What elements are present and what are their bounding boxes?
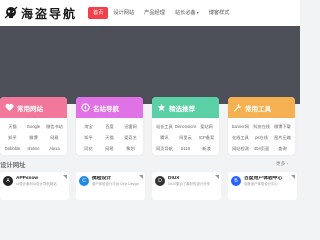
link-item[interactable]: 网页导航 — [154, 143, 175, 154]
link-item[interactable]: 查询 — [272, 143, 293, 154]
link-item[interactable]: 5118 — [175, 143, 196, 154]
category-card-common-tools: 常用工具 banner网 科技在线 微博下载 在线工具 ps在线 图片压缩 网站… — [228, 97, 295, 155]
wrench-icon — [232, 103, 242, 113]
site-desc: Ui设计素材UI设计导航网站 — [16, 182, 57, 186]
star-icon — [156, 103, 166, 113]
link-item[interactable]: 百度 — [99, 121, 120, 132]
site-desc: 百度用户体验设计中心 — [244, 182, 278, 186]
site-logo-icon: C — [79, 176, 89, 186]
category-cards: 常用网站 天猫 Google 微信书站 知乎 微博 网易 Dribbble ti… — [0, 97, 300, 157]
nav-item-home[interactable]: 首页 — [88, 7, 109, 19]
site-logo-icon: A — [3, 176, 13, 186]
link-item[interactable]: 404页面 — [251, 143, 272, 154]
page: 海盗导航 首页 设计网站 产品经理 站长必备▾ 博客样式 常用网站 天猫 Goo… — [0, 0, 300, 200]
card-header: 精选推荐 — [152, 97, 219, 118]
link-item[interactable]: Dimensions — [175, 121, 196, 132]
link-item[interactable]: 新浪 — [196, 143, 217, 154]
heart-icon — [4, 103, 14, 113]
site-card-baidu-ux[interactable]: B 百度用户体验中心 百度用户体验设计中心 — [228, 172, 297, 200]
site-text: 携程设计 用户体验设计平台 Ctrip Design — [92, 176, 139, 187]
link-item[interactable]: Dribbble — [2, 143, 23, 154]
chevron-down-icon: ▾ — [196, 10, 199, 15]
link-item[interactable]: 淘宝 — [78, 121, 99, 132]
link-item[interactable]: 阿里云 — [175, 132, 196, 143]
link-item[interactable]: Alexa — [44, 143, 65, 154]
link-item[interactable]: 在线工具 — [230, 132, 251, 143]
link-item[interactable]: 爱站网 — [196, 121, 217, 132]
site-card-appsnow[interactable]: A APPsnow Ui设计素材UI设计导航网站 — [0, 172, 69, 200]
card-header: 常用网站 — [0, 97, 67, 118]
link-item[interactable]: 天猫 — [99, 132, 120, 143]
nav-item-product-manager[interactable]: 产品经理 — [139, 7, 170, 19]
link-item[interactable]: 聚划 — [120, 143, 141, 154]
more-link[interactable]: 更多 › — [276, 161, 288, 167]
card-header: 常用工具 — [228, 97, 295, 118]
site-card-ctrip-design[interactable]: C 携程设计 用户体验设计平台 Ctrip Design — [76, 172, 145, 200]
site-text: 百度用户体验中心 百度用户体验设计中心 — [244, 176, 282, 187]
nav-item-webmaster-label: 站长必备 — [174, 10, 196, 16]
link-item[interactable]: timline — [23, 143, 44, 154]
link-item[interactable]: 微博 — [23, 132, 44, 143]
link-item[interactable]: 微博下载 — [272, 121, 293, 132]
site-desc: DIUX集合了最好的设计分享 — [168, 182, 211, 186]
card-links: 淘宝 百度 迅雷网 知乎 天猫 爱奇艺 同花 网易 聚划 — [76, 118, 143, 154]
link-item[interactable]: 腾讯 — [154, 132, 175, 143]
link-item[interactable]: 天猫 — [2, 121, 23, 132]
link-item[interactable]: 图片压缩 — [272, 132, 293, 143]
link-item[interactable]: banner网 — [230, 121, 251, 132]
link-item[interactable]: 网站检测 — [230, 143, 251, 154]
card-title: 常用网站 — [17, 105, 43, 113]
nav-item-webmaster-tools[interactable]: 站长必备▾ — [170, 7, 204, 19]
link-item[interactable]: ICP备案 — [196, 132, 217, 143]
site-logo-icon: B — [231, 176, 241, 186]
link-item[interactable]: 知乎 — [78, 132, 99, 143]
arrow-corner-icon[interactable] — [139, 175, 143, 179]
link-item[interactable]: 知乎 — [2, 132, 23, 143]
link-item[interactable]: 网易 — [99, 143, 120, 154]
category-card-famous-sites: 名站导航 淘宝 百度 迅雷网 知乎 天猫 爱奇艺 同花 网易 聚划 — [76, 97, 143, 155]
hero-banner — [0, 26, 300, 104]
main-nav: 首页 设计网站 产品经理 站长必备▾ 博客样式 — [88, 0, 234, 26]
card-links: banner网 科技在线 微博下载 在线工具 ps在线 图片压缩 网站检测 40… — [228, 118, 295, 154]
link-item[interactable]: ps在线 — [251, 132, 272, 143]
link-item[interactable]: 迅雷网 — [120, 121, 141, 132]
arrow-corner-icon[interactable] — [291, 175, 295, 179]
card-title: 名站导航 — [93, 105, 119, 113]
card-title: 精选推荐 — [169, 105, 195, 113]
category-card-common-sites: 常用网站 天猫 Google 微信书站 知乎 微博 网易 Dribbble ti… — [0, 97, 67, 155]
link-item[interactable]: 同花 — [78, 143, 99, 154]
pirate-logo-icon — [4, 6, 18, 20]
site-logo[interactable]: 海盗导航 — [4, 0, 77, 26]
link-item[interactable]: 网易 — [44, 132, 65, 143]
top-navbar: 海盗导航 首页 设计网站 产品经理 站长必备▾ 博客样式 — [0, 0, 300, 26]
card-links: 站长工具 Dimensions 爱站网 腾讯 阿里云 ICP备案 网页导航 51… — [152, 118, 219, 154]
arrow-corner-icon[interactable] — [215, 175, 219, 179]
link-item[interactable]: 站长工具 — [154, 121, 175, 132]
card-title: 常用工具 — [245, 105, 271, 113]
section-title: 设计网址 — [0, 162, 26, 169]
compass-icon — [80, 103, 90, 113]
site-text: DIUX DIUX集合了最好的设计分享 — [168, 176, 210, 187]
link-item[interactable]: Google — [23, 121, 44, 132]
card-header: 名站导航 — [76, 97, 143, 118]
site-desc: 用户体验设计平台 Ctrip Design — [92, 182, 139, 186]
nav-item-design-sites[interactable]: 设计网站 — [108, 7, 139, 19]
link-item[interactable]: 爱奇艺 — [120, 132, 141, 143]
logo-text: 海盗导航 — [21, 6, 78, 21]
category-card-recommended: 精选推荐 站长工具 Dimensions 爱站网 腾讯 阿里云 ICP备案 网页… — [152, 97, 219, 155]
link-item[interactable]: 微信书站 — [44, 121, 65, 132]
nav-item-blog-style[interactable]: 博客样式 — [204, 7, 235, 19]
card-links: 天猫 Google 微信书站 知乎 微博 网易 Dribbble timline… — [0, 118, 67, 154]
site-cards: A APPsnow Ui设计素材UI设计导航网站 C 携程设计 用户体验设计平台… — [0, 172, 300, 200]
site-logo-icon: D — [155, 176, 165, 186]
site-card-diux[interactable]: D DIUX DIUX集合了最好的设计分享 — [152, 172, 221, 200]
link-item[interactable]: 科技在线 — [251, 121, 272, 132]
more-label: 更多 — [276, 161, 286, 166]
site-text: APPsnow Ui设计素材UI设计导航网站 — [16, 176, 57, 187]
arrow-corner-icon[interactable] — [63, 175, 67, 179]
